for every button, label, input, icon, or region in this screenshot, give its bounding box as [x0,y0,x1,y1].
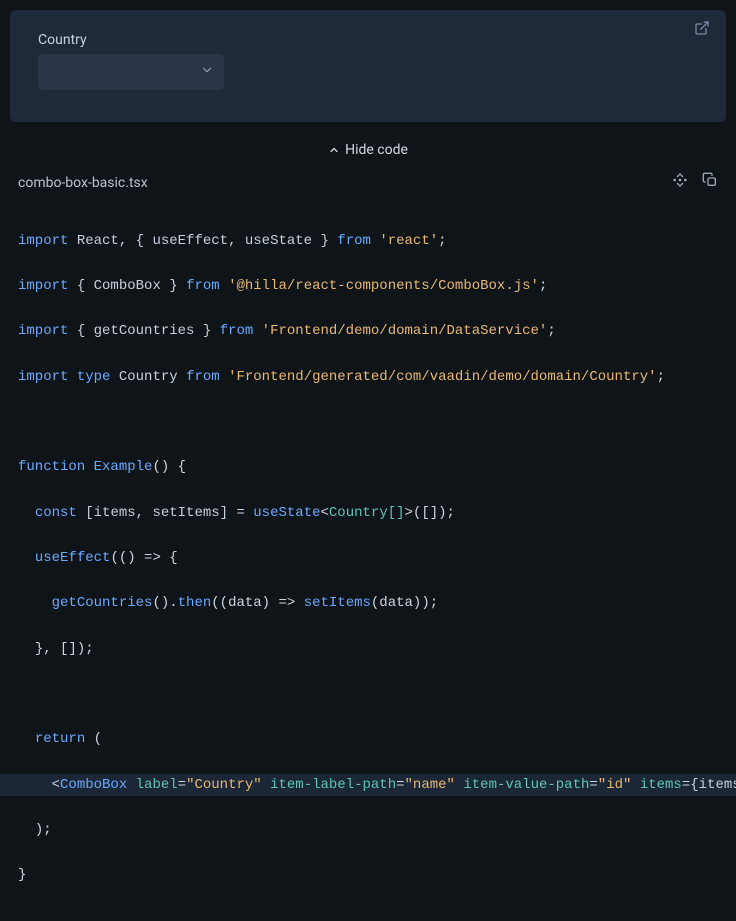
code-line: function Example() { [18,456,718,479]
filename: combo-box-basic.tsx [18,175,148,191]
code-line: const [items, setItems] = useState<Count… [18,502,718,525]
code-line-highlighted: <ComboBox label="Country" item-label-pat… [0,774,736,797]
code-line: }, []); [18,638,718,661]
chevron-down-icon [200,63,214,82]
combobox-label: Country [38,32,698,48]
copy-icon[interactable] [702,172,718,193]
code-line: return ( [18,728,718,751]
code-line: getCountries().then((data) => setItems(d… [18,592,718,615]
code-line: import { getCountries } from 'Frontend/d… [18,320,718,343]
hide-code-toggle[interactable]: Hide code [0,132,736,168]
code-line [18,411,718,434]
country-combobox[interactable] [38,54,224,90]
code-line: ); [18,819,718,842]
code-line: import type Country from 'Frontend/gener… [18,366,718,389]
code-line: useEffect(() => { [18,547,718,570]
external-link-icon[interactable] [694,20,714,40]
file-header: combo-box-basic.tsx [0,168,736,201]
expand-icon[interactable] [672,172,688,193]
code-line: } [18,864,718,887]
code-line [18,683,718,706]
code-line: import { ComboBox } from '@hilla/react-c… [18,275,718,298]
code-block: import React, { useEffect, useState } fr… [0,201,736,921]
code-line: import React, { useEffect, useState } fr… [18,230,718,253]
hide-code-label: Hide code [345,142,408,158]
chevron-up-icon [328,144,340,156]
demo-preview-panel: Country [10,10,726,122]
file-actions [672,172,718,193]
